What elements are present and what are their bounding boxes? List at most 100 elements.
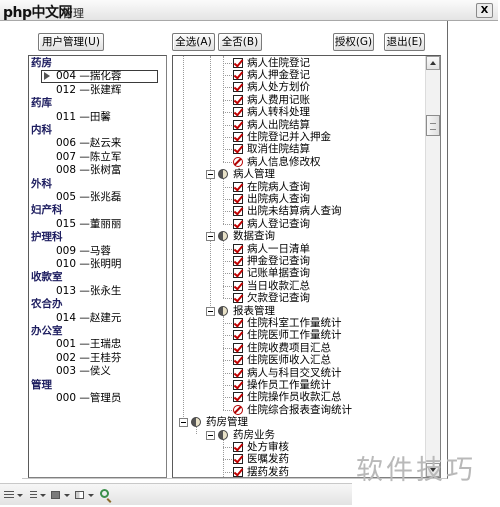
permission-item[interactable]: 欠款登记查询 xyxy=(173,292,425,304)
checked-box-icon[interactable] xyxy=(233,119,243,130)
permission-item[interactable]: 出院病人查询 xyxy=(173,193,425,205)
select-all-button[interactable]: 全选(A) xyxy=(172,33,215,51)
permission-item[interactable]: 病人费用记账 xyxy=(173,94,425,106)
checked-box-icon[interactable] xyxy=(233,280,243,291)
denied-icon[interactable] xyxy=(233,404,243,415)
checked-box-icon[interactable] xyxy=(233,367,243,378)
user-list-item[interactable]: 007 —陈立军 xyxy=(29,151,166,164)
permission-item[interactable]: 病人与科目交叉统计 xyxy=(173,367,425,379)
permission-item[interactable]: 押金登记查询 xyxy=(173,255,425,267)
indent-icon[interactable] xyxy=(30,491,37,499)
permission-item[interactable]: 当日收款汇总 xyxy=(173,280,425,292)
permission-item[interactable]: 住院登记并入押金 xyxy=(173,131,425,143)
collapse-toggle-icon[interactable] xyxy=(179,418,188,428)
permission-group[interactable]: 药房管理 xyxy=(173,416,425,428)
checked-box-icon[interactable] xyxy=(233,131,243,142)
permission-item[interactable]: 记账单据查询 xyxy=(173,267,425,279)
user-list-item[interactable]: 015 —董丽丽 xyxy=(29,218,166,231)
permission-item[interactable]: 病人信息修改权 xyxy=(173,156,425,168)
permission-item[interactable]: 住院医师收入汇总 xyxy=(173,354,425,366)
checked-box-icon[interactable] xyxy=(233,181,243,192)
permission-item[interactable]: 在院病人查询 xyxy=(173,181,425,193)
exit-button[interactable]: 退出(E) xyxy=(384,33,425,51)
checked-box-icon[interactable] xyxy=(233,107,243,118)
checked-box-icon[interactable] xyxy=(233,193,243,204)
checked-box-icon[interactable] xyxy=(233,466,243,477)
grant-button[interactable]: 授权(G) xyxy=(333,33,374,51)
scroll-up-icon[interactable] xyxy=(426,56,440,70)
permission-group[interactable]: 病人管理 xyxy=(173,168,425,180)
permission-item[interactable]: 住院收费项目汇总 xyxy=(173,342,425,354)
dropdown-arrow-icon[interactable] xyxy=(17,494,23,497)
user-list-item[interactable]: 010 —张明明 xyxy=(29,258,166,271)
user-list-item[interactable]: 001 —王瑞忠 xyxy=(29,338,166,351)
user-list-item[interactable]: 005 —张兆磊 xyxy=(29,191,166,204)
permission-item[interactable]: 出院未结算病人查询 xyxy=(173,205,425,217)
user-list-item[interactable]: 013 —张永生 xyxy=(29,285,166,298)
collapse-toggle-icon[interactable] xyxy=(206,232,215,242)
checked-box-icon[interactable] xyxy=(233,69,243,80)
denied-icon[interactable] xyxy=(233,156,243,167)
dropdown-arrow-icon[interactable] xyxy=(88,494,94,497)
permission-item[interactable]: 病人一日清单 xyxy=(173,243,425,255)
dropdown-arrow-icon[interactable] xyxy=(40,494,46,497)
user-list-item[interactable]: 014 —赵建元 xyxy=(29,312,166,325)
block-icon[interactable] xyxy=(51,491,60,499)
checked-box-icon[interactable] xyxy=(233,379,243,390)
checked-box-icon[interactable] xyxy=(233,243,243,254)
checked-box-icon[interactable] xyxy=(233,293,243,304)
user-management-button[interactable]: 用户管理(U) xyxy=(38,33,104,51)
user-list-item[interactable]: 004 —揣化蓉 xyxy=(29,70,166,84)
checked-box-icon[interactable] xyxy=(233,441,243,452)
permission-tree[interactable]: 病人住院登记 病人押金登记 病人处方划价 病人费用记账 病人转科处理 病人出院结算 住院登记… xyxy=(172,55,441,478)
checked-box-icon[interactable] xyxy=(233,454,243,465)
user-list-item[interactable]: 011 —田馨 xyxy=(29,111,166,124)
permission-item[interactable]: 住院医师工作量统计 xyxy=(173,329,425,341)
checked-box-icon[interactable] xyxy=(233,342,243,353)
permission-group[interactable]: 药房业务 xyxy=(173,429,425,441)
checked-box-icon[interactable] xyxy=(233,82,243,93)
collapse-toggle-icon[interactable] xyxy=(206,306,215,316)
user-list-item[interactable]: 008 —张树富 xyxy=(29,164,166,177)
scroll-thumb[interactable] xyxy=(426,115,440,136)
dropdown-arrow-icon[interactable] xyxy=(64,494,70,497)
permission-item[interactable]: 住院操作员收款汇总 xyxy=(173,391,425,403)
permission-item[interactable]: 病人处方划价 xyxy=(173,81,425,93)
permission-item[interactable]: 病人押金登记 xyxy=(173,69,425,81)
zoom-icon[interactable] xyxy=(100,489,109,498)
close-button[interactable]: X xyxy=(476,3,493,18)
permission-item[interactable]: 住院科室工作量统计 xyxy=(173,317,425,329)
user-list-item[interactable]: 012 —张建辉 xyxy=(29,84,166,97)
checked-box-icon[interactable] xyxy=(233,218,243,229)
permission-item[interactable]: 病人出院结算 xyxy=(173,119,425,131)
checked-box-icon[interactable] xyxy=(233,355,243,366)
checked-box-icon[interactable] xyxy=(233,330,243,341)
select-none-button[interactable]: 全否(B) xyxy=(218,33,262,51)
permission-item[interactable]: 病人住院登记 xyxy=(173,57,425,69)
permission-group[interactable]: 报表管理 xyxy=(173,305,425,317)
checked-box-icon[interactable] xyxy=(233,94,243,105)
checked-box-icon[interactable] xyxy=(233,57,243,68)
checked-box-icon[interactable] xyxy=(233,144,243,155)
user-list-item[interactable]: 009 —马蓉 xyxy=(29,245,166,258)
permission-item[interactable]: 操作员工作量统计 xyxy=(173,379,425,391)
checked-box-icon[interactable] xyxy=(233,206,243,217)
checked-box-icon[interactable] xyxy=(233,392,243,403)
user-list[interactable]: 药房 004 —揣化蓉 012 —张建辉 药库 011 —田馨 内科 006 —赵云来 007… xyxy=(28,55,167,478)
vertical-scrollbar[interactable] xyxy=(425,56,440,477)
checked-box-icon[interactable] xyxy=(233,317,243,328)
checked-box-icon[interactable] xyxy=(233,268,243,279)
user-list-item[interactable]: 000 —管理员 xyxy=(29,392,166,405)
layout-icon[interactable] xyxy=(75,491,84,499)
permission-group[interactable]: 数据查询 xyxy=(173,230,425,242)
lines-icon[interactable] xyxy=(4,491,14,499)
collapse-toggle-icon[interactable] xyxy=(206,170,215,180)
permission-item[interactable]: 病人转科处理 xyxy=(173,106,425,118)
collapse-toggle-icon[interactable] xyxy=(206,430,215,440)
user-list-item[interactable]: 003 —侯义 xyxy=(29,365,166,378)
permission-item[interactable]: 病人登记查询 xyxy=(173,218,425,230)
permission-item[interactable]: 取消住院结算 xyxy=(173,143,425,155)
user-list-item[interactable]: 006 —赵云来 xyxy=(29,137,166,150)
permission-item[interactable]: 住院综合报表查询统计 xyxy=(173,404,425,416)
checked-box-icon[interactable] xyxy=(233,255,243,266)
